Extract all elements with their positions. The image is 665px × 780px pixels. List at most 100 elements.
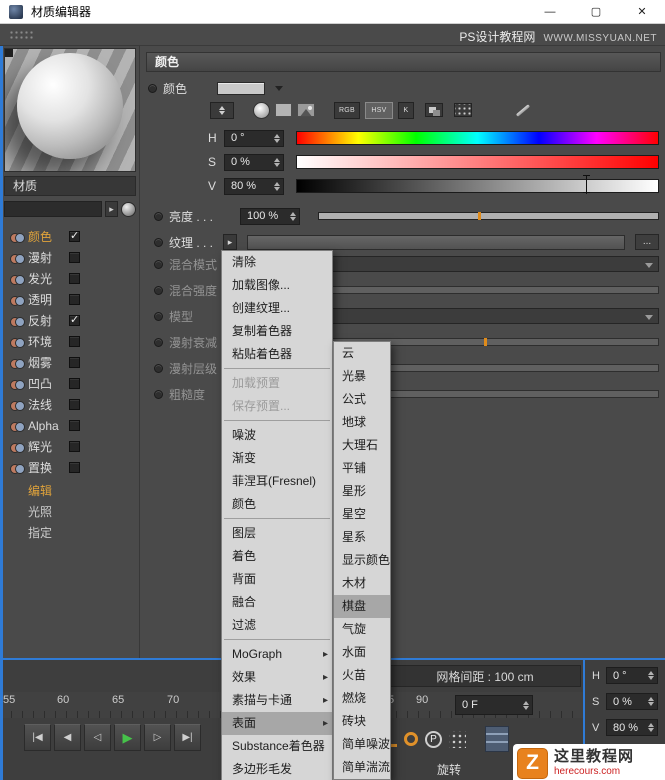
submenu-item[interactable]: 星系 [334, 526, 390, 549]
playback-button[interactable]: ▷ [144, 724, 171, 751]
playback-button[interactable]: ▶| [174, 724, 201, 751]
menu-item[interactable]: 渐变 [222, 447, 332, 470]
channel-checkbox[interactable] [69, 420, 80, 431]
mix-mode-combo[interactable] [302, 256, 659, 272]
submenu-item[interactable]: 星空 [334, 503, 390, 526]
swatch-pair-icon[interactable] [425, 103, 443, 117]
expand-dot-icon[interactable] [154, 237, 163, 247]
menu-item[interactable]: 颜色 [222, 493, 332, 519]
submenu-item[interactable]: 砖块 [334, 710, 390, 733]
submenu-item[interactable]: 云 [334, 342, 390, 365]
close-button[interactable]: ✕ [619, 0, 665, 24]
preview-sphere[interactable] [17, 53, 123, 159]
hue-field[interactable]: 0 ° [224, 129, 284, 147]
menu-item[interactable]: MoGraph [222, 643, 332, 666]
preview-type-icon[interactable] [121, 201, 136, 217]
stepper-icon[interactable] [646, 669, 655, 683]
saturation-gradient-slider[interactable] [296, 155, 659, 169]
brightness-slider[interactable] [318, 212, 659, 220]
menu-item[interactable]: 表面 [222, 712, 332, 735]
submenu-item[interactable]: 地球 [334, 411, 390, 434]
stepper-icon[interactable] [272, 155, 281, 169]
submenu-item[interactable]: 简单湍流 [334, 756, 390, 779]
slider-handle[interactable] [478, 212, 482, 220]
material-name-field[interactable] [4, 201, 102, 217]
coord-v-field[interactable]: 80 % [606, 719, 658, 736]
channel-row[interactable]: 凹凸 [0, 373, 140, 394]
channel-checkbox[interactable] [69, 252, 80, 263]
menu-item[interactable]: 加载图像... [222, 274, 332, 297]
submenu-item[interactable]: 水面 [334, 641, 390, 664]
menu-item[interactable]: 融合 [222, 591, 332, 614]
value-gradient-slider[interactable] [296, 178, 659, 194]
value-field[interactable]: 80 % [224, 177, 284, 195]
channel-row[interactable]: 漫射 [0, 247, 140, 268]
hsv-mode-button[interactable]: HSV [365, 101, 393, 119]
submenu-item[interactable]: 棋盘 [334, 595, 390, 618]
page-item[interactable]: 光照 [0, 501, 140, 522]
submenu-item[interactable]: 木材 [334, 572, 390, 595]
menu-item[interactable]: 着色 [222, 545, 332, 568]
brightness-field[interactable]: 100 % [240, 207, 300, 225]
color-box-icon[interactable] [275, 103, 292, 117]
menu-item[interactable]: 噪波 [222, 424, 332, 447]
stepper-icon[interactable] [521, 698, 530, 712]
image-picker-icon[interactable] [297, 103, 315, 117]
expand-dot-icon[interactable] [154, 211, 163, 221]
menu-item[interactable]: 加载预置 [222, 372, 332, 395]
menu-item[interactable]: 复制着色器 [222, 320, 332, 343]
stepper-icon[interactable] [272, 179, 281, 193]
menu-item[interactable]: 背面 [222, 568, 332, 591]
coord-s-field[interactable]: 0 % [606, 693, 658, 710]
stepper-icon[interactable] [646, 721, 655, 735]
menu-item[interactable]: 保存预置... [222, 395, 332, 421]
submenu-item[interactable]: 光暴 [334, 365, 390, 388]
panel-grip-icon[interactable] [9, 30, 33, 41]
stepper-icon[interactable] [288, 209, 297, 223]
playback-button[interactable]: |◀ [24, 724, 51, 751]
channel-row[interactable]: 置换 [0, 457, 140, 478]
playback-button[interactable]: ◀ [54, 724, 81, 751]
menu-item[interactable]: 创建纹理... [222, 297, 332, 320]
material-preview[interactable] [4, 48, 136, 172]
texture-dropdown-button[interactable]: ▸ [223, 234, 237, 250]
submenu-item[interactable]: 燃烧 [334, 687, 390, 710]
dots-grid-icon[interactable] [449, 730, 466, 748]
submenu-item[interactable]: 公式 [334, 388, 390, 411]
menu-item[interactable]: 效果 [222, 666, 332, 689]
menu-item[interactable]: 过滤 [222, 614, 332, 640]
submenu-item[interactable]: 气旋 [334, 618, 390, 641]
texture-button[interactable] [247, 234, 625, 250]
coord-h-field[interactable]: 0 ° [606, 667, 658, 684]
ring-icon[interactable] [404, 732, 418, 746]
maximize-button[interactable]: ▢ [573, 0, 619, 24]
page-item[interactable]: 指定 [0, 522, 140, 543]
spectrum-toggle-button[interactable] [210, 101, 234, 119]
channel-row[interactable]: 环境 [0, 331, 140, 352]
channel-checkbox[interactable] [69, 357, 80, 368]
minimize-button[interactable]: — [527, 0, 573, 24]
channel-row[interactable]: 发光 [0, 268, 140, 289]
menu-item[interactable]: 清除 [222, 251, 332, 274]
submenu-item[interactable]: 大理石 [334, 434, 390, 457]
kelvin-mode-button[interactable]: K [398, 101, 414, 119]
playback-button[interactable]: ▶ [114, 724, 141, 751]
menu-item[interactable]: 粘贴着色器 [222, 343, 332, 369]
swatch-grid-icon[interactable] [454, 103, 472, 117]
channel-checkbox[interactable] [69, 441, 80, 452]
page-item[interactable]: 编辑 [0, 480, 140, 501]
menu-item[interactable]: Substance着色器 [222, 735, 332, 758]
menu-item[interactable]: 图层 [222, 522, 332, 545]
channel-checkbox[interactable] [69, 336, 80, 347]
channel-checkbox[interactable] [69, 462, 80, 473]
channel-checkbox[interactable] [69, 273, 80, 284]
swatch-caret-icon[interactable] [275, 85, 284, 95]
channel-row[interactable]: Alpha [0, 415, 140, 436]
menu-item[interactable]: 菲涅耳(Fresnel) [222, 470, 332, 493]
channel-checkbox[interactable] [69, 399, 80, 410]
submenu-item[interactable]: 简单噪波 [334, 733, 390, 756]
expand-dot-icon[interactable] [148, 83, 157, 93]
stepper-icon[interactable] [272, 131, 281, 145]
stepper-icon[interactable] [646, 695, 655, 709]
hue-gradient-slider[interactable] [296, 131, 659, 145]
